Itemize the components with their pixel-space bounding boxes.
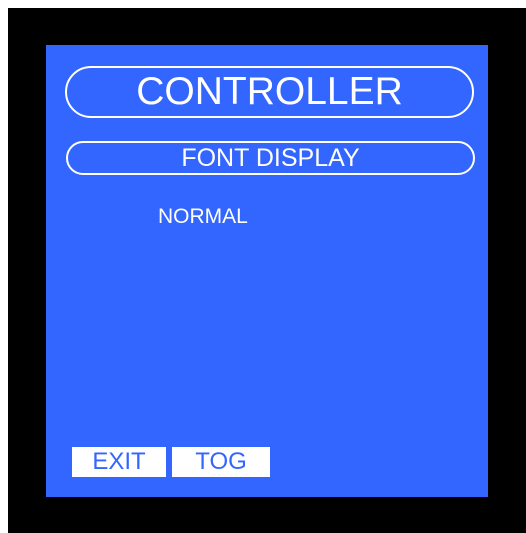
font-display-heading: FONT DISPLAY xyxy=(66,141,475,175)
toggle-button[interactable]: TOG xyxy=(172,447,270,477)
device-bezel: CONTROLLER FONT DISPLAY NORMAL EXIT TOG xyxy=(8,8,526,533)
font-mode-value: NORMAL xyxy=(158,205,248,228)
exit-button[interactable]: EXIT xyxy=(72,447,166,477)
display-screen: CONTROLLER FONT DISPLAY NORMAL EXIT TOG xyxy=(46,45,488,497)
controller-title: CONTROLLER xyxy=(65,66,474,118)
